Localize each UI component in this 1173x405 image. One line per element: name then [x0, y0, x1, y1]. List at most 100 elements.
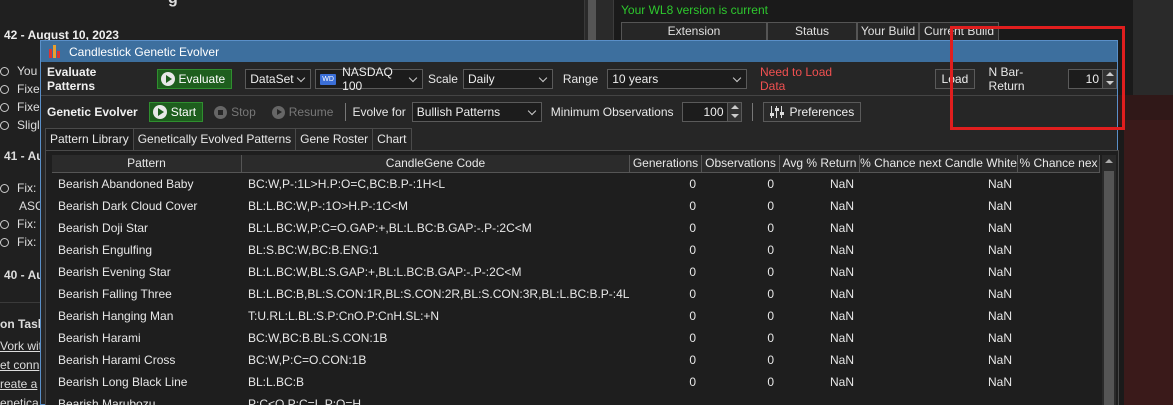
- cell-candlegene-code: BC:W,P:C=O.CON:1B: [248, 353, 367, 367]
- table-row[interactable]: Bearish Abandoned Baby BC:W,P-:1L>H.P:O=C…: [52, 173, 1100, 195]
- table-row[interactable]: Bearish Harami Cross BC:W,P:C=O.CON:1B 0 0 N…: [52, 349, 1100, 371]
- table-row[interactable]: Bearish Evening Star BL:L.BC:W,BL:S.GAP:+…: [52, 261, 1100, 283]
- col-chance-next[interactable]: % Chance nex: [1018, 155, 1100, 172]
- sliders-icon: [769, 106, 784, 118]
- col-observations[interactable]: Observations: [702, 155, 780, 172]
- cell-candlegene-code: BL:L.BC:W,BL:S.GAP:+,BL:L.BC:B.GAP:-.P-:…: [248, 265, 522, 279]
- table-row[interactable]: Bearish Hanging Man T:U.RL:L.BL:S.P:CnO.P…: [52, 305, 1100, 327]
- col-generations[interactable]: Generations: [630, 155, 702, 172]
- table-scrollbar[interactable]: [1102, 155, 1116, 405]
- ext-col-status[interactable]: Status: [767, 22, 857, 40]
- cell-pattern-name: Bearish Marubozu: [58, 397, 156, 405]
- range-select[interactable]: 10 years: [607, 69, 747, 89]
- scale-select-value: Daily: [467, 72, 495, 86]
- scale-select[interactable]: Daily: [462, 69, 553, 89]
- stop-button[interactable]: Stop: [210, 102, 260, 122]
- evolve-for-select[interactable]: Bullish Patterns: [411, 102, 542, 122]
- cell-observations: 0: [767, 221, 774, 235]
- release-note-line: Fix:: [0, 217, 36, 231]
- minimum-observations-stepper[interactable]: 100: [681, 102, 742, 122]
- ext-col-your-build[interactable]: Your Build: [857, 22, 919, 40]
- cell-observations: 0: [767, 243, 774, 257]
- cell-chance-next-white: NaN: [987, 287, 1012, 301]
- release-note-text: Fix:: [17, 235, 37, 249]
- chevron-down-icon: [538, 73, 548, 82]
- table-header: Pattern CandleGene Code Generations Obse…: [52, 155, 1100, 173]
- task-heading: on Task: [0, 317, 45, 331]
- stop-button-label: Stop: [231, 105, 256, 119]
- bullet-icon: [0, 85, 9, 94]
- task-link[interactable]: et conn: [0, 358, 39, 372]
- release-note-line: Fix:: [0, 235, 36, 249]
- table-row[interactable]: Bearish Harami BC:W,BC:B.BL:S.CON:1B 0 0 NaN…: [52, 327, 1100, 349]
- tab-pattern-library[interactable]: Pattern Library: [45, 128, 134, 150]
- resume-button-label: Resume: [288, 105, 334, 119]
- window-title: Candlestick Genetic Evolver: [69, 44, 220, 59]
- col-chance-next-white[interactable]: % Chance next Candle White: [860, 155, 1018, 172]
- cell-chance-next-white: NaN: [987, 243, 1012, 257]
- cell-avg-return: NaN: [829, 353, 854, 367]
- cell-pattern-name: Bearish Dark Cloud Cover: [58, 199, 198, 213]
- cell-pattern-name: Bearish Harami Cross: [58, 353, 176, 367]
- preferences-button[interactable]: Preferences: [762, 102, 862, 122]
- table-row[interactable]: Bearish Long Black Line BL:L.BC:B 0 0 NaN NaN: [52, 371, 1100, 393]
- cell-chance-next-white: NaN: [987, 265, 1012, 279]
- play-icon: [271, 105, 285, 119]
- start-button[interactable]: Start: [148, 102, 204, 122]
- tab-genetically-evolved-patterns[interactable]: Genetically Evolved Patterns: [132, 128, 297, 150]
- cell-generations: 0: [689, 243, 696, 257]
- stepper-up-icon[interactable]: [727, 103, 741, 112]
- background-scrollbar-thumb[interactable]: [588, 0, 596, 40]
- release-note-text: You: [17, 64, 38, 78]
- dataset-select[interactable]: DataSet: [245, 69, 312, 89]
- release-note-line: Fixe: [0, 82, 40, 96]
- dataset-select-value: DataSet: [250, 72, 294, 86]
- genetic-evolver-label: Genetic Evolver: [47, 105, 138, 119]
- tab-gene-roster[interactable]: Gene Roster: [295, 128, 374, 150]
- table-row[interactable]: Bearish Dark Cloud Cover BL:L.BC:W,P-:1O>…: [52, 195, 1100, 217]
- cell-pattern-name: Bearish Hanging Man: [58, 309, 174, 323]
- cell-generations: 0: [689, 177, 696, 191]
- stepper-buttons[interactable]: [726, 103, 741, 121]
- cell-observations: 0: [767, 177, 774, 191]
- cell-generations: 0: [689, 287, 696, 301]
- bullet-icon: [0, 121, 9, 130]
- evaluate-button[interactable]: Evaluate: [156, 69, 233, 89]
- task-link[interactable]: reate a: [0, 377, 37, 391]
- cell-observations: 0: [767, 331, 774, 345]
- table-row[interactable]: Bearish Marubozu P:C<O.P:C=L.P:O=H: [52, 393, 1100, 405]
- scroll-up-icon[interactable]: [1105, 159, 1113, 163]
- start-button-label: Start: [170, 105, 197, 119]
- cell-generations: 0: [689, 265, 696, 279]
- cell-avg-return: NaN: [829, 287, 854, 301]
- release-note-text: Sligl: [17, 118, 40, 132]
- col-candlegene-code[interactable]: CandleGene Code: [242, 155, 630, 172]
- col-pattern[interactable]: Pattern: [52, 155, 242, 172]
- vertical-separator: [751, 103, 753, 121]
- scrollbar-thumb[interactable]: [1104, 171, 1114, 405]
- cell-pattern-name: Bearish Evening Star: [58, 265, 171, 279]
- stepper-down-icon[interactable]: [727, 112, 741, 121]
- tab-chart[interactable]: Chart: [372, 128, 412, 150]
- release-note-line: You: [0, 64, 37, 78]
- cell-avg-return: NaN: [829, 265, 854, 279]
- resume-button[interactable]: Resume: [268, 102, 338, 122]
- table-row[interactable]: Bearish Falling Three BL:L.BC:B,BL:S.CON:…: [52, 283, 1100, 305]
- col-avg-return[interactable]: Avg % Return: [780, 155, 860, 172]
- release-note-line: Fixe: [0, 100, 40, 114]
- cell-observations: 0: [767, 375, 774, 389]
- range-label: Range: [562, 72, 599, 86]
- table-row[interactable]: Bearish Engulfing BL:S.BC:W,BC:B.ENG:1 0 0 N…: [52, 239, 1100, 261]
- task-link[interactable]: Vork wit: [0, 339, 42, 353]
- chevron-down-icon: [732, 73, 742, 82]
- cell-chance-next-white: NaN: [987, 221, 1012, 235]
- table-row[interactable]: Bearish Doji Star BL:L.BC:W,P:C=O.GAP:+,B…: [52, 217, 1100, 239]
- evaluate-button-label: Evaluate: [178, 72, 226, 86]
- task-link[interactable]: enetica: [0, 396, 39, 405]
- ext-col-extension[interactable]: Extension: [621, 22, 767, 40]
- cell-candlegene-code: BC:W,P-:1L>H.P:O=C,BC:B.P-:1H<L: [248, 177, 446, 191]
- symbol-dataset-select[interactable]: WD NASDAQ 100: [315, 65, 423, 93]
- cell-avg-return: NaN: [829, 177, 854, 191]
- minimum-observations-value: 100: [703, 105, 724, 119]
- cell-chance-next-white: NaN: [987, 353, 1012, 367]
